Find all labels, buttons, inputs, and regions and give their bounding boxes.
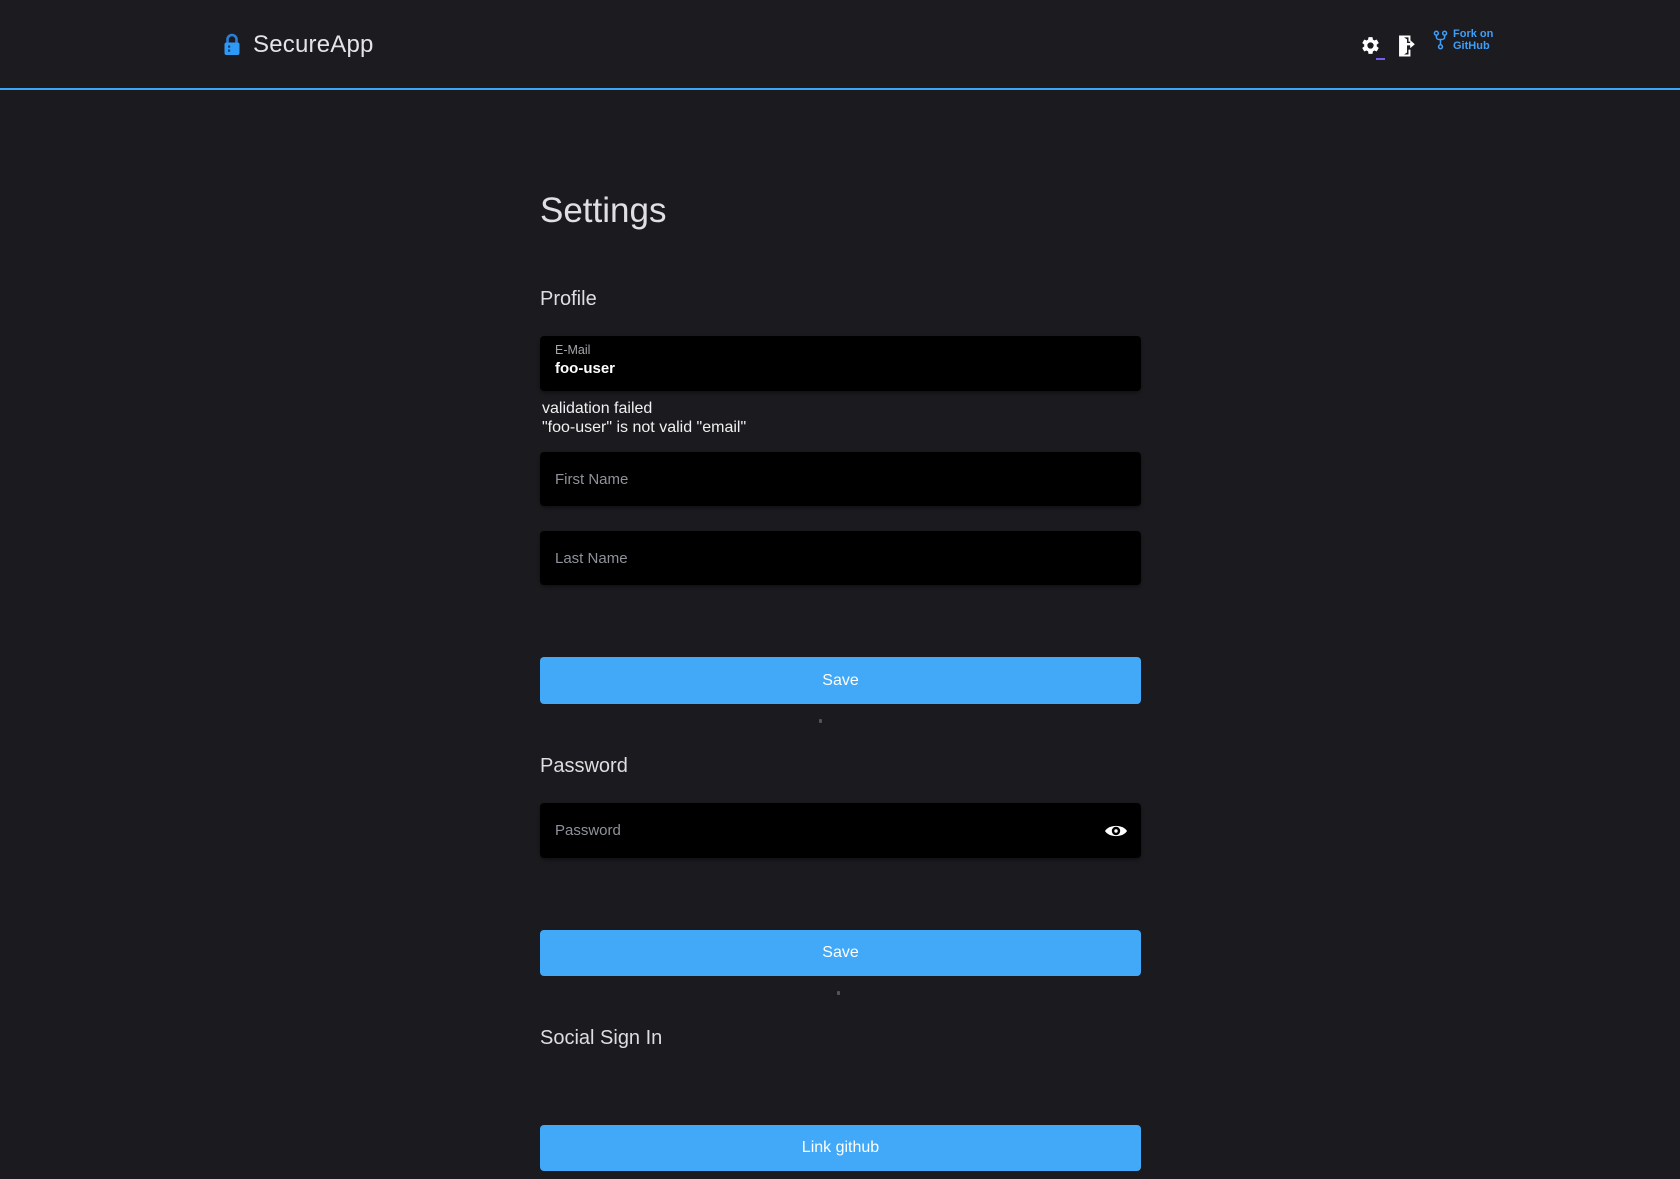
app-title: SecureApp [253, 31, 374, 59]
email-field-label: E-Mail [555, 343, 1126, 358]
logout-button[interactable] [1394, 32, 1418, 58]
settings-gear-button[interactable] [1358, 33, 1382, 57]
first-name-input[interactable] [540, 452, 1141, 506]
social-signin-section-heading: Social Sign In [540, 1027, 662, 1050]
page-title: Settings [540, 191, 666, 231]
email-input[interactable] [555, 360, 1126, 377]
email-field[interactable]: E-Mail [540, 336, 1141, 391]
password-input[interactable] [540, 803, 1141, 858]
toggle-password-visibility-button[interactable] [1102, 820, 1130, 842]
fork-on-github-link[interactable]: Fork on GitHub [1433, 28, 1493, 52]
gear-icon [1360, 35, 1381, 56]
email-validation-error: validation failed "foo-user" is not vali… [542, 399, 746, 437]
password-section-heading: Password [540, 755, 628, 778]
fork-link-text: Fork on GitHub [1453, 28, 1493, 52]
collapsed-indicator-dot [837, 991, 840, 995]
last-name-input[interactable] [540, 531, 1141, 585]
logout-icon [1396, 34, 1417, 57]
password-field[interactable] [540, 803, 1141, 858]
save-profile-button[interactable]: Save [540, 657, 1141, 704]
eye-icon [1104, 823, 1128, 839]
app-logo: SecureApp [222, 0, 374, 90]
link-github-button[interactable]: Link github [540, 1125, 1141, 1171]
profile-section-heading: Profile [540, 288, 597, 311]
validation-error-line1: validation failed [542, 399, 746, 418]
collapsed-indicator-dot [819, 719, 822, 723]
lock-icon [222, 33, 242, 57]
settings-page: Settings Profile E-Mail validation faile… [540, 0, 1141, 1179]
validation-error-line2: "foo-user" is not valid "email" [542, 418, 746, 437]
gear-active-underline [1376, 58, 1385, 60]
git-fork-icon [1433, 29, 1448, 51]
save-password-button[interactable]: Save [540, 930, 1141, 976]
